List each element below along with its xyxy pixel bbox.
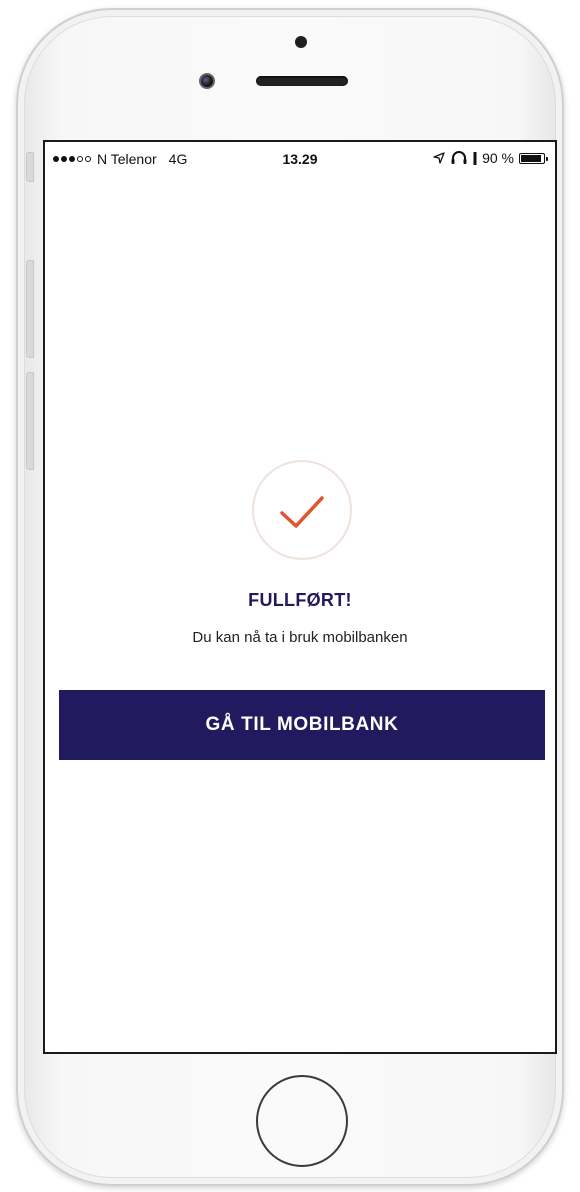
- mute-switch: [26, 152, 34, 182]
- status-bar: N Telenor 4G 13.29 90 %: [45, 142, 555, 176]
- success-subtitle: Du kan nå ta i bruk mobilbanken: [192, 629, 408, 646]
- home-button[interactable]: [256, 1075, 348, 1167]
- battery-percent: 90 %: [482, 150, 514, 166]
- go-to-mobile-bank-button[interactable]: GÅ TIL MOBILBANK: [59, 690, 545, 760]
- app-screen: N Telenor 4G 13.29 90 % FULLFØRT! Du kan…: [43, 140, 557, 1054]
- battery-icon: [519, 152, 548, 164]
- checkmark-icon: [280, 496, 324, 528]
- success-title: FULLFØRT!: [248, 590, 352, 610]
- front-camera-icon: [199, 73, 215, 89]
- success-circle: [252, 460, 352, 560]
- location-arrow-icon: [433, 152, 445, 164]
- proximity-sensor: [295, 36, 307, 48]
- volume-down-button: [26, 372, 34, 470]
- status-right: 90 %: [433, 150, 548, 166]
- earpiece-speaker: [256, 76, 348, 86]
- bluetooth-bar-icon: [473, 151, 477, 165]
- headphones-icon: [451, 151, 467, 164]
- volume-up-button: [26, 260, 34, 358]
